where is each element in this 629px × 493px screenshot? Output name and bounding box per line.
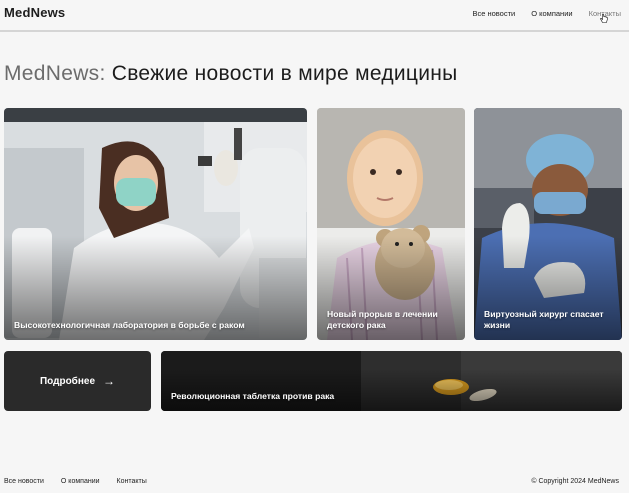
news-card-surgeon[interactable]: Виртуозный хирург спасает жизни [474, 108, 622, 340]
news-card-pill[interactable]: Революционная таблетка против рака [161, 351, 622, 411]
page: MedNews Все новости О компании Контакты … [0, 0, 629, 493]
copyright: © Copyright 2024 MedNews [531, 478, 619, 485]
news-card-child[interactable]: Новый прорыв в лечении детского рака [317, 108, 465, 340]
nav-about[interactable]: О компании [531, 9, 572, 19]
footer-nav-about[interactable]: О компании [61, 478, 100, 485]
page-title: MedNews: Свежие новости в мире медицины [4, 62, 458, 86]
more-button[interactable]: Подробнее → [4, 351, 151, 411]
top-nav: Все новости О компании Контакты [456, 9, 621, 19]
cursor-hand-icon [600, 14, 608, 23]
card-caption: Высокотехнологичная лаборатория в борьбе… [14, 319, 245, 330]
more-button-label: Подробнее [39, 375, 96, 387]
news-card-laboratory[interactable]: Высокотехнологичная лаборатория в борьбе… [4, 108, 307, 340]
footer-nav-all-news[interactable]: Все новости [4, 478, 44, 485]
card-caption: Новый прорыв в лечении детского рака [327, 309, 438, 330]
card-caption: Виртуозный хирург спасает жизни [484, 309, 604, 330]
footer-nav-contacts[interactable]: Контакты [117, 478, 147, 485]
nav-all-news[interactable]: Все новости [472, 9, 515, 19]
card-caption: Революционная таблетка против рака [171, 390, 335, 401]
page-title-brand: MedNews: [4, 62, 106, 85]
logo[interactable]: MedNews [4, 5, 65, 20]
footer-nav: Все новости О компании Контакты [4, 478, 164, 485]
arrow-right-icon: → [103, 374, 116, 388]
site-header: MedNews Все новости О компании Контакты [0, 0, 629, 32]
page-title-text: Свежие новости в мире медицины [105, 62, 458, 85]
